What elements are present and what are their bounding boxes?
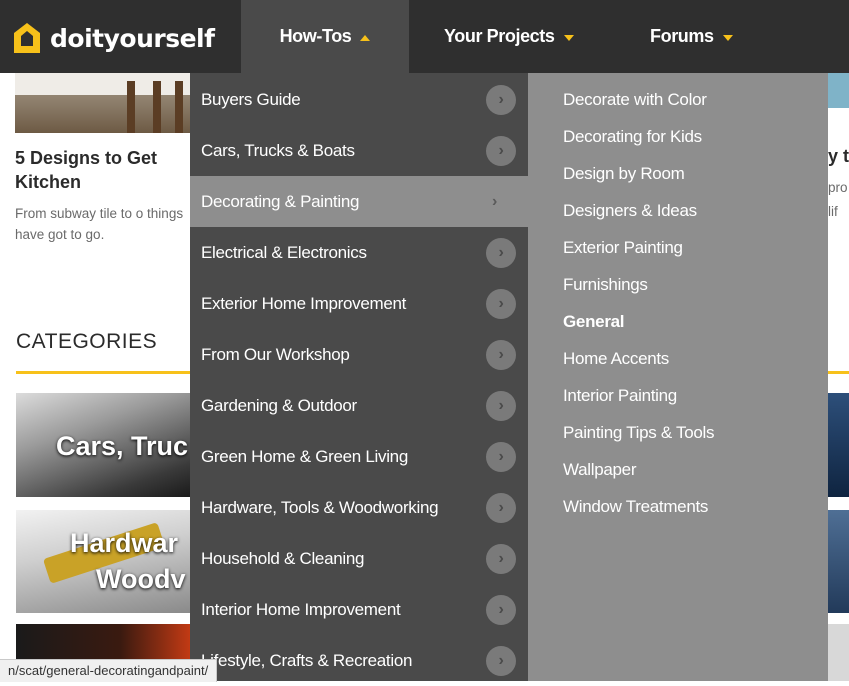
menu-item-electrical-electronics[interactable]: Electrical & Electronics › [190, 227, 528, 278]
article-title[interactable]: 5 Designs to Get Kitchen [15, 146, 190, 194]
submenu-item-designers-ideas[interactable]: Designers & Ideas [563, 201, 697, 221]
right-article-thumbnail[interactable] [828, 73, 849, 108]
category-tile-label-line2: Woodv [96, 564, 186, 594]
menu-item-hardware-tools[interactable]: Hardware, Tools & Woodworking › [190, 482, 528, 533]
menu-item-label: Household & Cleaning [201, 548, 365, 568]
nav-forums-label: Forums [650, 26, 714, 46]
chevron-right-icon: › [486, 288, 516, 319]
category-tile-label: Cars, Truc [56, 431, 189, 461]
chevron-right-icon: › [486, 594, 516, 625]
category-tile-right-1[interactable] [828, 393, 849, 497]
submenu-item-design-by-room[interactable]: Design by Room [563, 164, 685, 184]
menu-item-exterior-home-improvement[interactable]: Exterior Home Improvement › [190, 278, 528, 329]
category-tile-cars[interactable]: Cars, Truc [16, 393, 190, 497]
menu-item-buyers-guide[interactable]: Buyers Guide › [190, 74, 528, 125]
article-thumbnail[interactable] [15, 73, 190, 133]
menu-item-label: Cars, Trucks & Boats [201, 140, 355, 160]
submenu-item-decorate-with-color[interactable]: Decorate with Color [563, 90, 707, 110]
submenu-item-wallpaper[interactable]: Wallpaper [563, 460, 637, 480]
nav-your-projects[interactable]: Your Projects [444, 0, 574, 73]
categories-divider [16, 371, 190, 374]
menu-item-decorating-painting[interactable]: Decorating & Painting › [190, 176, 528, 227]
chevron-right-icon: › [486, 339, 516, 370]
categories-divider-right [828, 371, 849, 374]
menu-item-household-cleaning[interactable]: Household & Cleaning › [190, 533, 528, 584]
how-tos-menu-primary: Buyers Guide › Cars, Trucks & Boats › De… [190, 73, 528, 681]
chevron-right-icon: › [486, 84, 516, 115]
category-tile-right-3[interactable] [828, 624, 849, 681]
menu-item-lifestyle-crafts[interactable]: Lifestyle, Crafts & Recreation › [190, 635, 528, 686]
menu-item-cars-trucks-boats[interactable]: Cars, Trucks & Boats › [190, 125, 528, 176]
submenu-item-home-accents[interactable]: Home Accents [563, 349, 669, 369]
menu-item-label: Buyers Guide [201, 89, 301, 109]
menu-item-label: Gardening & Outdoor [201, 395, 357, 415]
category-tile-right-2[interactable] [828, 510, 849, 613]
top-navigation-bar: doityourself How-Tos Your Projects Forum… [0, 0, 849, 73]
caret-down-icon [563, 34, 574, 41]
menu-item-label: Green Home & Green Living [201, 446, 408, 466]
chevron-right-icon: › [486, 237, 516, 268]
menu-item-gardening-outdoor[interactable]: Gardening & Outdoor › [190, 380, 528, 431]
submenu-item-general[interactable]: General [563, 312, 625, 332]
submenu-item-interior-painting[interactable]: Interior Painting [563, 386, 677, 406]
category-tile-label: Hardwar [70, 528, 179, 558]
house-logo-icon [14, 23, 40, 53]
menu-item-green-home[interactable]: Green Home & Green Living › [190, 431, 528, 482]
caret-down-icon [722, 34, 733, 41]
category-tile-hardware[interactable]: Hardwar Woodv [16, 510, 190, 613]
chevron-right-icon: › [492, 192, 498, 210]
nav-how-tos-label: How-Tos [279, 26, 352, 46]
browser-status-url: n/scat/general-decoratingandpaint/ [0, 659, 218, 682]
submenu-item-exterior-painting[interactable]: Exterior Painting [563, 238, 683, 258]
menu-item-label: Hardware, Tools & Woodworking [201, 497, 439, 517]
chevron-right-icon: › [486, 441, 516, 472]
menu-item-interior-home-improvement[interactable]: Interior Home Improvement › [190, 584, 528, 635]
menu-item-from-our-workshop[interactable]: From Our Workshop › [190, 329, 528, 380]
right-article-description: pro lif [828, 180, 848, 219]
how-tos-menu-secondary: Decorate with Color Decorating for Kids … [528, 73, 828, 681]
menu-item-label: Interior Home Improvement [201, 599, 401, 619]
chevron-right-icon: › [486, 543, 516, 574]
menu-item-label: Exterior Home Improvement [201, 293, 407, 313]
menu-item-label: Decorating & Painting [201, 191, 360, 211]
caret-up-icon [360, 34, 371, 41]
chevron-right-icon: › [486, 492, 516, 523]
nav-your-projects-label: Your Projects [444, 26, 555, 46]
article-description: From subway tile to o things have got to… [15, 206, 184, 242]
nav-forums[interactable]: Forums [650, 0, 733, 73]
chevron-right-icon: › [486, 390, 516, 421]
site-logo[interactable]: doityourself [12, 18, 215, 58]
menu-item-label: From Our Workshop [201, 344, 350, 364]
menu-item-label: Electrical & Electronics [201, 242, 367, 262]
submenu-item-painting-tips-tools[interactable]: Painting Tips & Tools [563, 423, 715, 443]
submenu-item-furnishings[interactable]: Furnishings [563, 275, 648, 295]
categories-heading: CATEGORIES [16, 330, 158, 353]
chevron-right-icon: › [486, 135, 516, 166]
menu-item-label: Lifestyle, Crafts & Recreation [201, 650, 413, 670]
nav-how-tos[interactable]: How-Tos [241, 0, 409, 73]
submenu-item-decorating-for-kids[interactable]: Decorating for Kids [563, 127, 702, 147]
right-article-title[interactable]: y t [828, 146, 849, 167]
site-logo-text: doityourself [50, 23, 215, 53]
submenu-item-window-treatments[interactable]: Window Treatments [563, 497, 708, 517]
chevron-right-icon: › [486, 645, 516, 676]
